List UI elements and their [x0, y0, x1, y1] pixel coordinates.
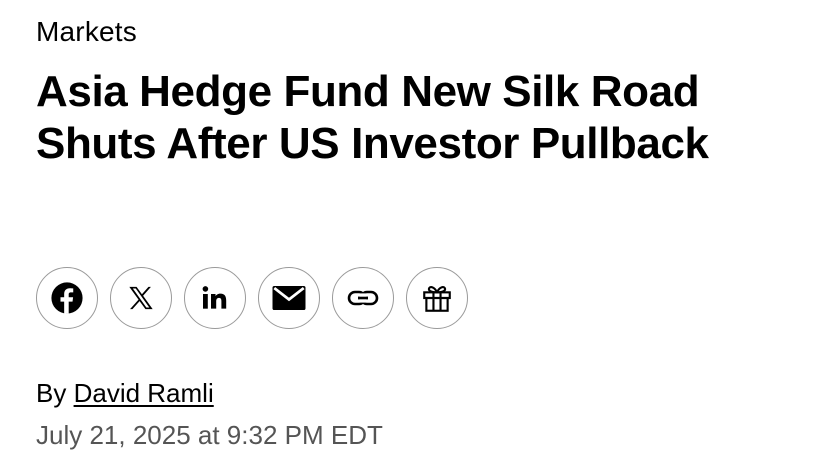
byline-prefix: By [36, 378, 67, 408]
gift-article-button[interactable] [406, 267, 468, 329]
gift-icon [420, 281, 454, 315]
facebook-share-button[interactable] [36, 267, 98, 329]
linkedin-share-button[interactable] [184, 267, 246, 329]
section-label[interactable]: Markets [36, 12, 137, 52]
publish-timestamp: July 21, 2025 at 9:32 PM EDT [36, 420, 383, 450]
author-link[interactable]: David Ramli [74, 378, 214, 408]
facebook-icon [50, 281, 84, 315]
link-icon [347, 288, 379, 308]
headline: Asia Hedge Fund New Silk Road Shuts Afte… [36, 67, 709, 168]
copy-link-button[interactable] [332, 267, 394, 329]
email-share-button[interactable] [258, 267, 320, 329]
envelope-icon [271, 283, 307, 313]
byline: By David Ramli [36, 376, 214, 410]
x-icon [127, 284, 155, 312]
linkedin-icon [199, 282, 231, 314]
share-bar [36, 267, 468, 329]
x-share-button[interactable] [110, 267, 172, 329]
